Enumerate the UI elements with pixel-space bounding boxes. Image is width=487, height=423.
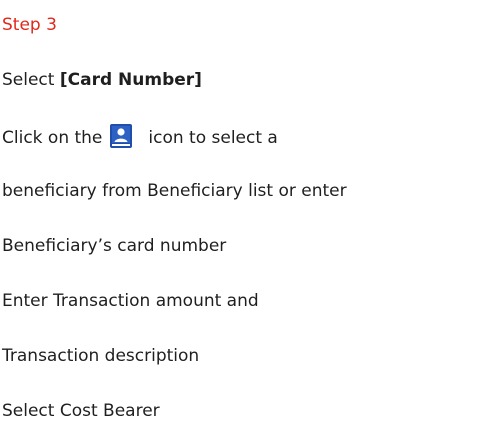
click-suffix: icon to select a xyxy=(148,128,278,148)
instruction-cost-bearer-line: Select Cost Bearer xyxy=(2,401,160,421)
instruction-click-icon: Click on the icon to select a xyxy=(2,123,278,150)
card-number-label: [Card Number] xyxy=(59,70,202,90)
step-title: Step 3 xyxy=(2,15,57,35)
instruction-card-number-line: Beneficiary’s card number xyxy=(2,236,227,256)
beneficiary-book-icon xyxy=(108,123,134,149)
instruction-beneficiary-line: beneficiary from Beneficiary list or ent… xyxy=(2,181,347,201)
select-prefix: Select xyxy=(2,70,60,90)
instruction-description-line: Transaction description xyxy=(2,346,200,366)
instruction-amount-line: Enter Transaction amount and xyxy=(2,291,259,311)
click-prefix: Click on the xyxy=(2,128,103,148)
instruction-select-card-number: Select [Card Number] xyxy=(2,68,202,92)
